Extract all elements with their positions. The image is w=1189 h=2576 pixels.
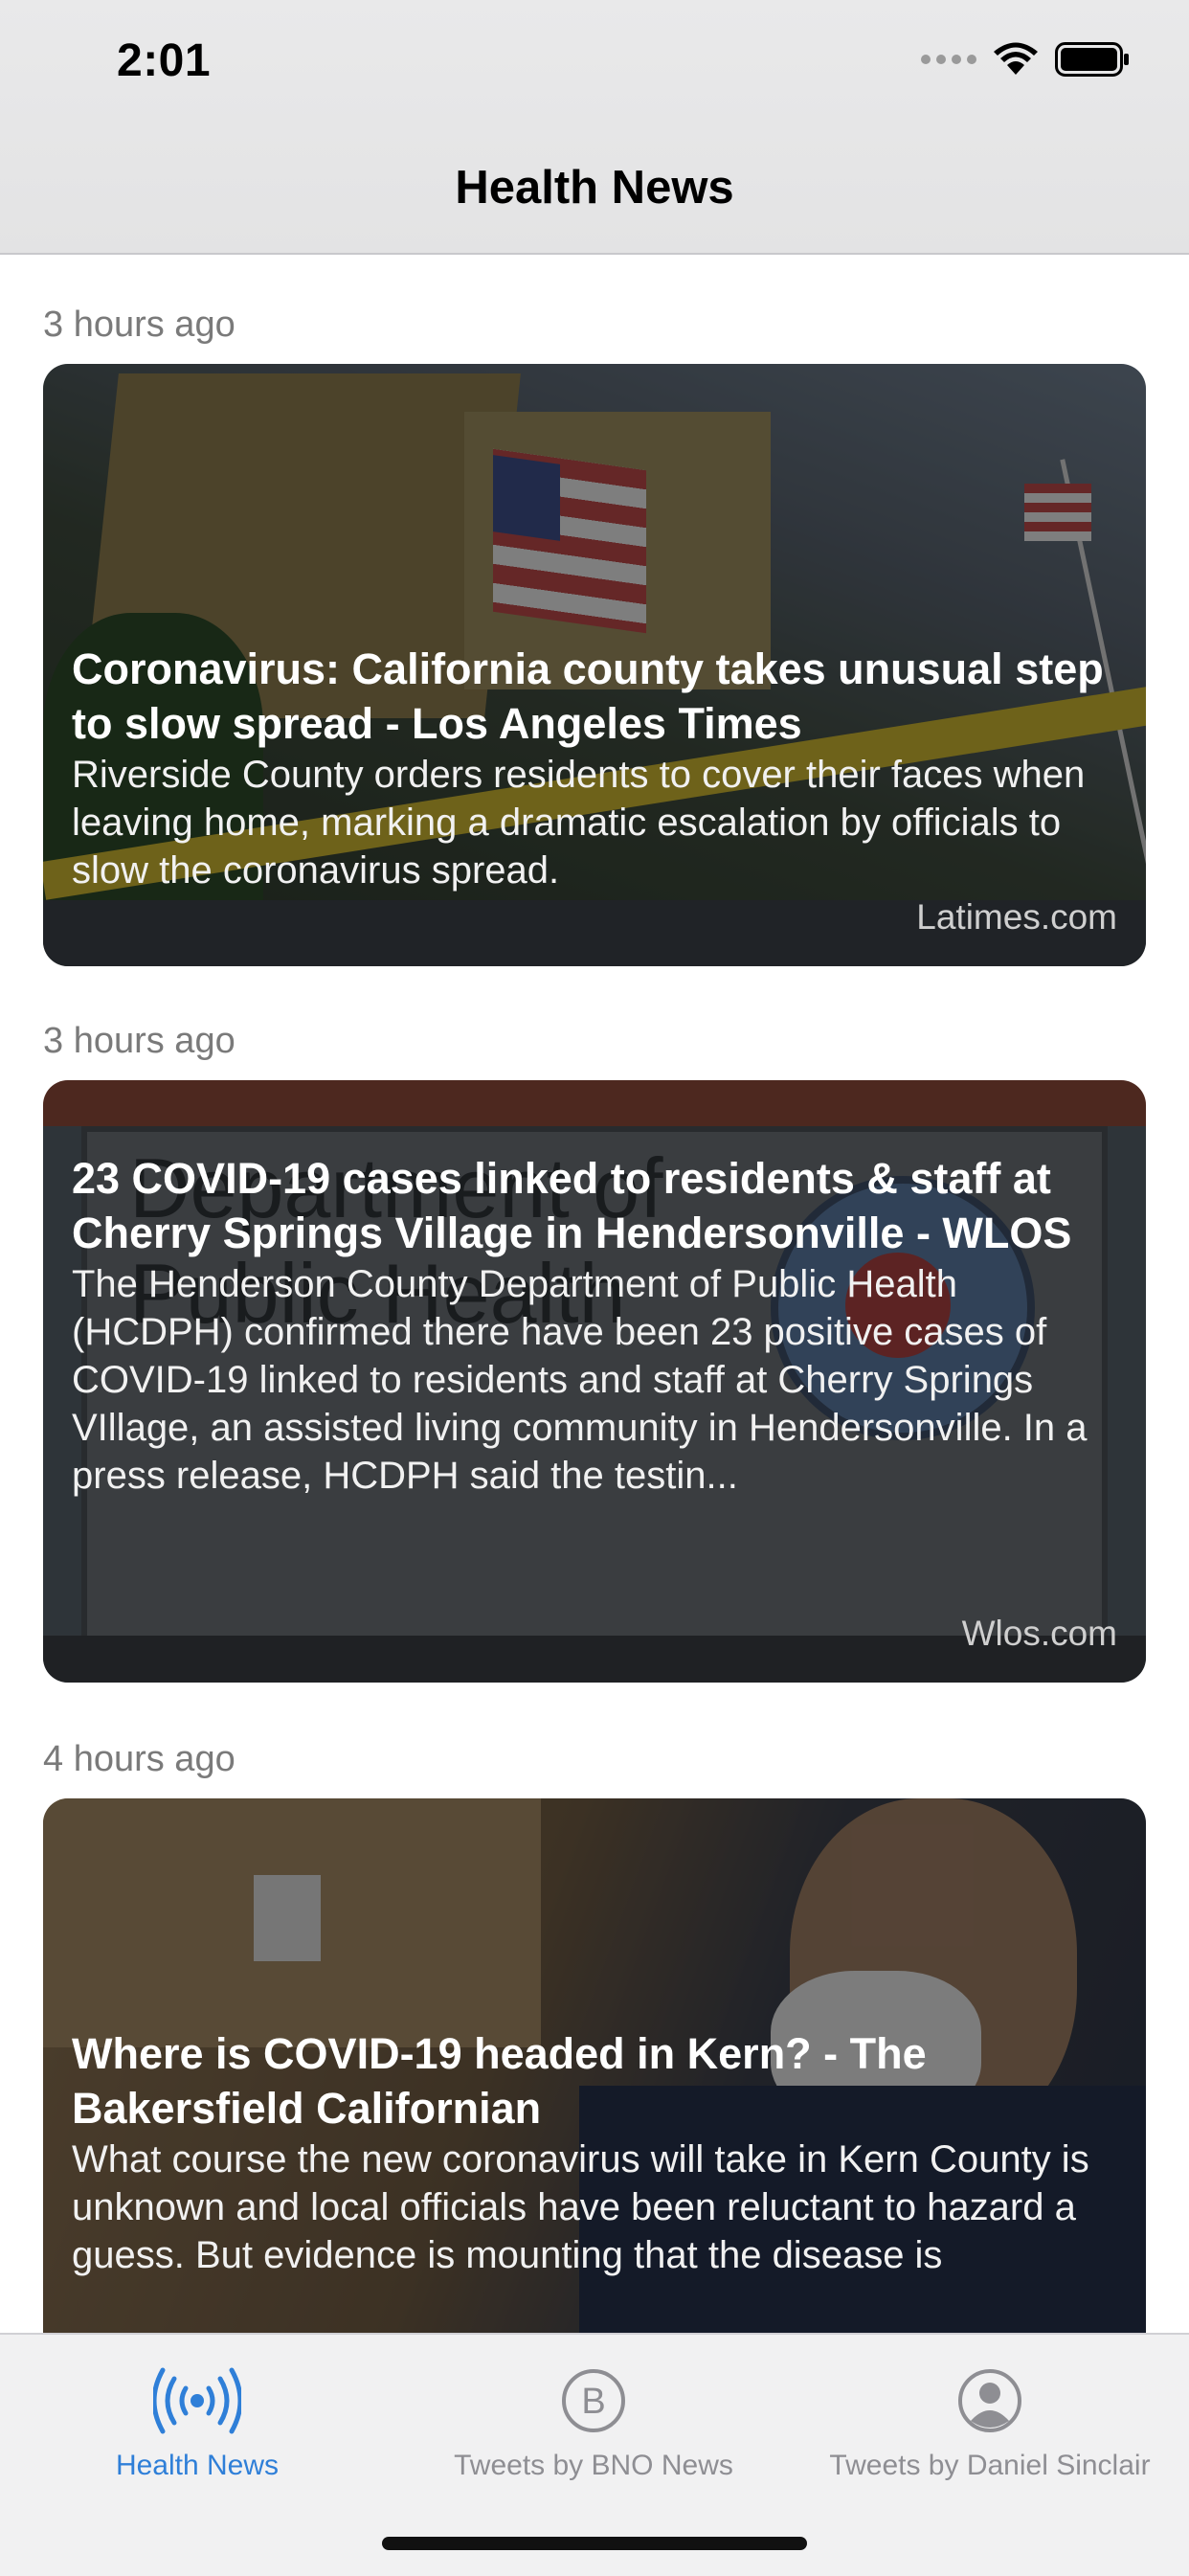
tab-label: Health News bbox=[115, 2450, 280, 2481]
article-card[interactable]: Department of Public Health 23 COVID-19 … bbox=[43, 1080, 1146, 1683]
article-card[interactable]: Where is COVID-19 headed in Kern? - The … bbox=[43, 1798, 1146, 2333]
cellular-signal-icon bbox=[921, 55, 976, 64]
letter-b-circle-icon: B bbox=[562, 2369, 625, 2432]
article-timestamp: 3 hours ago bbox=[43, 1021, 236, 1061]
tab-label: Tweets by BNO News bbox=[454, 2450, 733, 2481]
status-bar-icons bbox=[921, 42, 1130, 77]
status-bar-time: 2:01 bbox=[117, 35, 212, 86]
home-indicator[interactable] bbox=[382, 2537, 807, 2550]
navigation-header: 2:01 Health News bbox=[0, 0, 1189, 255]
article-source: Wlos.com bbox=[961, 1614, 1117, 1653]
article-source: Latimes.com bbox=[916, 897, 1117, 937]
broadcast-icon bbox=[153, 2367, 241, 2434]
svg-text:B: B bbox=[581, 2382, 605, 2422]
article-timestamp: 4 hours ago bbox=[43, 1739, 236, 1779]
article-timestamp: 3 hours ago bbox=[43, 305, 236, 345]
article-headline: 23 COVID-19 cases linked to residents & … bbox=[72, 1154, 1072, 1257]
article-headline: Where is COVID-19 headed in Kern? - The … bbox=[72, 2029, 927, 2133]
article-card[interactable]: Coronavirus: California county takes unu… bbox=[43, 364, 1146, 966]
article-summary: What course the new coronavirus will tak… bbox=[72, 2138, 1089, 2276]
article-summary: The Henderson County Department of Publi… bbox=[72, 1263, 1088, 1497]
tab-tweets-bno-news[interactable]: B Tweets by BNO News bbox=[402, 2360, 785, 2482]
wifi-icon bbox=[994, 42, 1038, 75]
tab-tweets-daniel-sinclair[interactable]: Tweets by Daniel Sinclair bbox=[798, 2360, 1181, 2482]
battery-icon bbox=[1055, 42, 1129, 77]
person-circle-icon bbox=[958, 2369, 1021, 2432]
tab-label: Tweets by Daniel Sinclair bbox=[829, 2450, 1151, 2481]
news-feed[interactable]: 3 hours ago Coronavirus: California coun… bbox=[0, 255, 1189, 2333]
article-summary: Riverside County orders residents to cov… bbox=[72, 754, 1086, 892]
tab-health-news[interactable]: Health News bbox=[6, 2360, 389, 2482]
article-headline: Coronavirus: California county takes unu… bbox=[72, 644, 1104, 748]
page-title: Health News bbox=[455, 162, 734, 214]
